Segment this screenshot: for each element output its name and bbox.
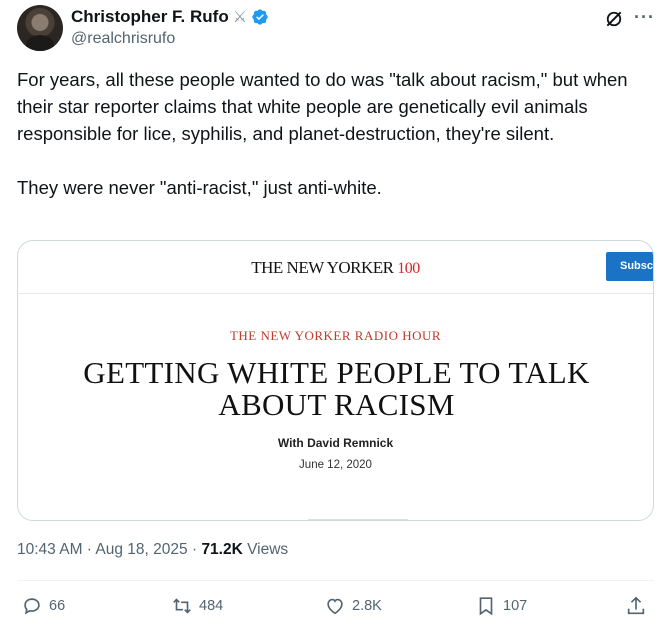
bookmark-button[interactable]: 107 <box>475 595 527 617</box>
avatar[interactable] <box>17 5 63 51</box>
card-kicker: THE NEW YORKER RADIO HOUR <box>229 328 442 343</box>
reply-icon <box>24 598 40 615</box>
share-icon <box>627 596 645 615</box>
divider <box>17 580 654 581</box>
tweet-date[interactable]: Aug 18, 2025 <box>95 541 187 558</box>
reply-button[interactable]: 66 <box>21 595 65 617</box>
logo-suffix: 100 <box>397 260 420 277</box>
repost-count: 484 <box>199 598 224 614</box>
card-site-header: THE NEW YORKER 100 Subscri <box>18 241 653 294</box>
views-count: 71.2K <box>201 541 243 558</box>
card-byline: With David Remnick <box>277 436 394 450</box>
like-button[interactable]: 2.8K <box>324 595 382 617</box>
verified-badge-icon[interactable] <box>251 8 269 26</box>
link-preview-card[interactable]: THE NEW YORKER 100 Subscri THE NEW YORKE… <box>17 240 654 521</box>
tweet-meta: 10:43 AM · Aug 18, 2025 · 71.2K Views <box>17 541 288 559</box>
more-options-icon[interactable]: ··· <box>634 7 655 28</box>
heart-icon <box>327 598 343 615</box>
crossed-swords-icon: ⚔ <box>232 9 248 26</box>
tweet-time[interactable]: 10:43 AM <box>17 541 83 558</box>
repost-button[interactable]: 484 <box>171 595 223 617</box>
like-count: 2.8K <box>352 598 382 614</box>
bookmark-count: 107 <box>503 598 528 614</box>
tweet-header: Christopher F. Rufo ⚔ @realchrisrufo ··· <box>17 5 657 51</box>
subscribe-button[interactable]: Subscri <box>606 252 653 281</box>
logo-text: THE NEW YORKER <box>251 258 394 277</box>
grok-icon[interactable] <box>604 9 624 29</box>
author-handle[interactable]: @realchrisrufo <box>71 30 175 48</box>
author-name-row: Christopher F. Rufo ⚔ <box>71 7 269 27</box>
card-date: June 12, 2020 <box>299 459 372 471</box>
tweet-text: For years, all these people wanted to do… <box>17 69 628 198</box>
share-button[interactable] <box>625 595 647 617</box>
author-name[interactable]: Christopher F. Rufo <box>71 7 229 27</box>
meta-separator-2: · <box>187 541 202 558</box>
reply-count: 66 <box>49 598 66 614</box>
bookmark-icon <box>479 597 493 616</box>
new-yorker-logo: THE NEW YORKER 100 <box>18 258 653 278</box>
card-divider <box>308 519 408 520</box>
action-bar: 66 484 2.8K 107 <box>17 595 654 623</box>
meta-separator: · <box>82 541 96 558</box>
card-headline: GETTING WHITE PEOPLE TO TALK ABOUT RACIS… <box>83 355 590 422</box>
views-label: Views <box>242 541 289 558</box>
repost-icon <box>173 598 191 614</box>
